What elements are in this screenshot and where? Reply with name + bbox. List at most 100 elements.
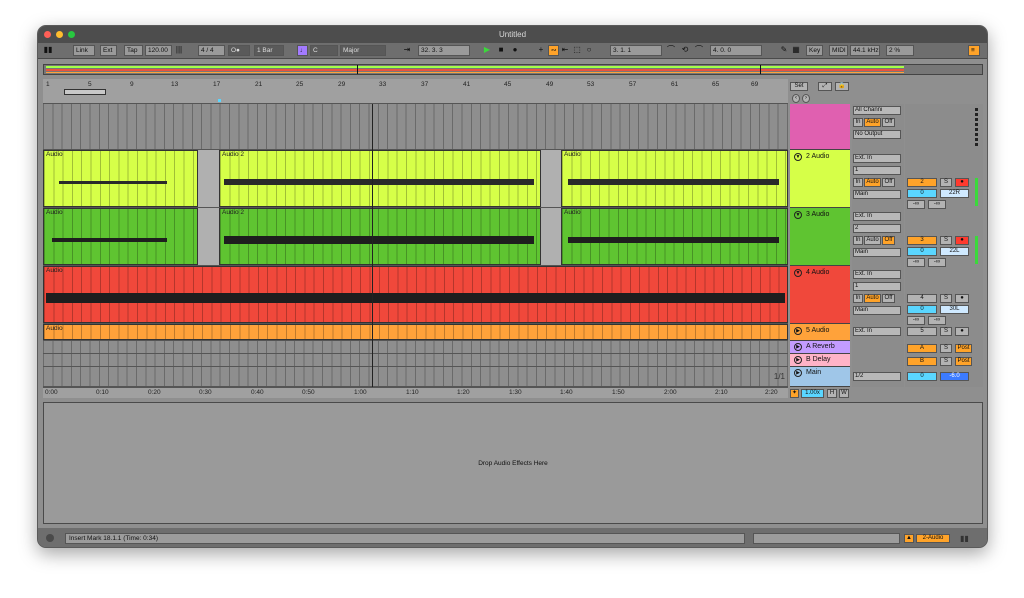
prev-locator-icon[interactable]: ‹: [792, 94, 800, 103]
expand-icon[interactable]: ⤢: [818, 82, 832, 91]
beat-time-ruler[interactable]: 1 5 9 13 17 21 25 29 33 37 41 45 49 53 5…: [43, 79, 788, 104]
track-header[interactable]: ▼ 3 Audio: [790, 208, 850, 266]
output-select[interactable]: No Output: [853, 130, 901, 139]
input-channel-select[interactable]: 2: [853, 224, 901, 233]
input-type-select[interactable]: Ext. In: [853, 212, 901, 221]
main-header[interactable]: ▶ Main: [790, 367, 850, 387]
return-lane[interactable]: [43, 341, 788, 354]
pan-field[interactable]: 22R: [940, 189, 969, 198]
audio-clip[interactable]: Audio: [43, 324, 788, 340]
solo-button[interactable]: S: [940, 178, 952, 187]
punch-in-icon[interactable]: ⌒: [666, 45, 676, 56]
device-view[interactable]: Drop Audio Effects Here: [43, 402, 983, 524]
solo-button[interactable]: S: [940, 327, 952, 336]
return-activator[interactable]: B: [907, 357, 937, 366]
key-map-button[interactable]: Key: [806, 45, 823, 56]
automation-arm-button[interactable]: ∾: [548, 45, 559, 56]
audio-clip[interactable]: Audio: [43, 266, 788, 323]
monitor-auto-button[interactable]: Auto: [864, 178, 881, 187]
input-type-select[interactable]: Ext. In: [853, 154, 901, 163]
monitor-auto-button[interactable]: Auto: [864, 294, 881, 303]
capture-icon[interactable]: ⬚: [572, 45, 582, 56]
fold-icon[interactable]: ▼: [794, 269, 802, 277]
session-record-icon[interactable]: ○: [584, 45, 594, 56]
return-name[interactable]: A Reverb: [806, 343, 835, 350]
time-signature-field[interactable]: 4 / 4: [198, 45, 225, 56]
audio-clip[interactable]: Audio 2: [219, 150, 541, 207]
draw-mode-icon[interactable]: ✎: [779, 45, 789, 56]
track-header[interactable]: ▶ 5 Audio: [790, 324, 850, 341]
volume-field[interactable]: 0: [907, 305, 937, 314]
arrangement-overview[interactable]: [43, 64, 983, 75]
track-lane[interactable]: [43, 104, 788, 150]
post-button[interactable]: Post: [955, 344, 972, 353]
send-b-field[interactable]: -∞: [928, 258, 946, 267]
track-activator[interactable]: 3: [907, 236, 937, 245]
audio-clip[interactable]: Audio: [43, 208, 198, 265]
track-lane[interactable]: Audio: [43, 266, 788, 324]
zoom-field[interactable]: 1.00x: [801, 389, 824, 398]
scale-mode-button[interactable]: ♩: [297, 45, 308, 56]
monitor-in-button[interactable]: In: [853, 118, 863, 127]
monitor-off-button[interactable]: Off: [882, 118, 895, 127]
send-b-field[interactable]: -∞: [928, 200, 946, 209]
monitor-in-button[interactable]: In: [853, 236, 863, 245]
arrangement-view[interactable]: Audio Audio 2 Audio Audio Audio 2 Audio …: [43, 104, 788, 387]
monitor-auto-button[interactable]: Auto: [864, 118, 881, 127]
loop-start-field[interactable]: 3. 1. 1: [610, 45, 662, 56]
h-toggle-button[interactable]: H: [827, 389, 837, 398]
audio-clip[interactable]: Audio 2: [219, 208, 541, 265]
midi-map-button[interactable]: MIDI: [829, 45, 848, 56]
info-icon[interactable]: [46, 534, 54, 542]
minimize-window-button[interactable]: [56, 31, 63, 38]
track-name[interactable]: 4 Audio: [806, 269, 829, 276]
solo-button[interactable]: S: [940, 344, 952, 353]
pan-field[interactable]: 22L: [940, 247, 969, 256]
send-a-field[interactable]: -∞: [907, 258, 925, 267]
output-select[interactable]: Main: [853, 306, 901, 315]
metronome-button[interactable]: O●: [228, 45, 250, 56]
volume-field[interactable]: 0: [907, 189, 937, 198]
input-type-select[interactable]: Ext. In: [853, 270, 901, 279]
track-header[interactable]: [790, 104, 850, 150]
arm-button[interactable]: ●: [955, 178, 969, 187]
tempo-field[interactable]: 120.00: [145, 45, 172, 56]
levels-icon[interactable]: ▮▮: [960, 534, 969, 543]
track-activator[interactable]: 2: [907, 178, 937, 187]
input-channel-select[interactable]: 1: [853, 282, 901, 291]
track-lane[interactable]: Audio: [43, 324, 788, 341]
selected-track-indicator[interactable]: ▲: [904, 534, 914, 543]
track-lane[interactable]: Audio Audio 2 Audio: [43, 150, 788, 208]
lock-icon[interactable]: 🔒: [835, 82, 849, 91]
time-ruler[interactable]: 0:00 0:10 0:20 0:30 0:40 0:50 1:00 1:10 …: [43, 387, 788, 398]
monitor-in-button[interactable]: In: [853, 294, 863, 303]
midi-from-select[interactable]: All Channi: [853, 106, 901, 115]
scale-select[interactable]: Major: [340, 45, 386, 56]
fold-icon[interactable]: ▼: [794, 211, 802, 219]
main-lane[interactable]: 1/1: [43, 367, 788, 387]
main-level-field[interactable]: -6.0: [940, 372, 969, 381]
solo-button[interactable]: S: [940, 236, 952, 245]
track-activator[interactable]: 4: [907, 294, 937, 303]
tap-tempo-button[interactable]: Tap: [124, 45, 143, 56]
close-window-button[interactable]: [44, 31, 51, 38]
arm-button[interactable]: ●: [955, 236, 969, 245]
back-to-arrangement-icon[interactable]: ⇤: [560, 45, 570, 56]
input-channel-select[interactable]: 1: [853, 166, 901, 175]
punch-out-icon[interactable]: ⌒: [694, 45, 704, 56]
monitor-auto-button[interactable]: Auto: [864, 236, 881, 245]
arm-button[interactable]: ●: [955, 294, 969, 303]
solo-button[interactable]: S: [940, 294, 952, 303]
loop-length-field[interactable]: 4. 0. 0: [710, 45, 762, 56]
keyboard-icon[interactable]: ▦: [791, 45, 801, 56]
set-locator-button[interactable]: Set: [790, 82, 808, 91]
return-activator[interactable]: A: [907, 344, 937, 353]
fold-icon[interactable]: ▶: [794, 356, 802, 364]
mini-overview[interactable]: [753, 533, 900, 544]
loop-icon[interactable]: ⟲: [680, 45, 690, 56]
track-name[interactable]: 2 Audio: [806, 153, 829, 160]
output-select[interactable]: Main: [853, 248, 901, 257]
add-icon[interactable]: +: [536, 45, 546, 56]
audio-clip[interactable]: Audio: [561, 208, 788, 265]
play-icon[interactable]: ▶: [482, 45, 492, 56]
